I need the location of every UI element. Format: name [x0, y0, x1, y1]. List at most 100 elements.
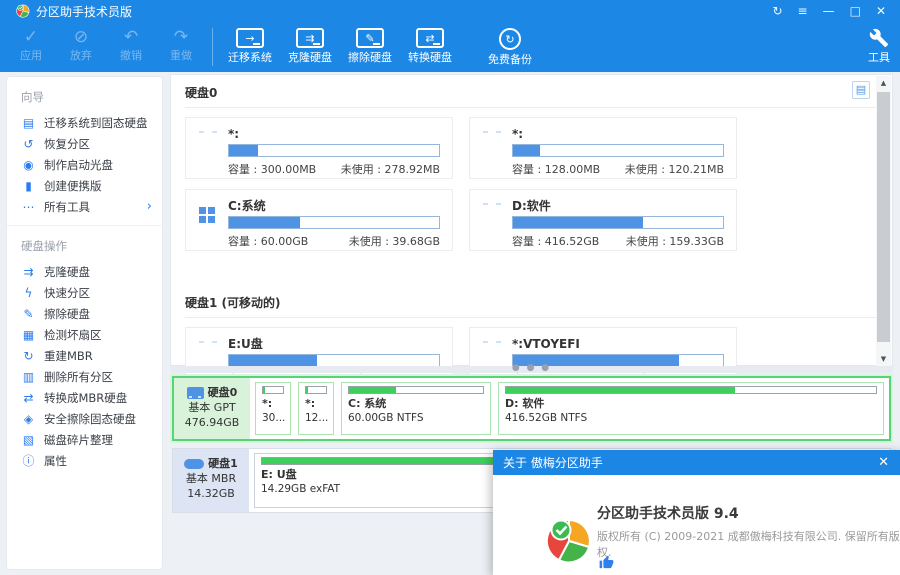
about-dialog-title: 关于 傲梅分区助手: [503, 456, 603, 470]
thumb-up-icon: [599, 555, 614, 569]
redo-icon: ↷: [173, 27, 189, 47]
apply-button[interactable]: ✓ 应用: [6, 26, 56, 63]
close-button[interactable]: ✕: [876, 0, 886, 22]
usage-bar: [228, 144, 440, 157]
sidebar-item-secure-erase-ssd[interactable]: ◈ 安全擦除固态硬盘: [7, 408, 162, 429]
convert-disk-button[interactable]: ⇄ 转换硬盘: [401, 26, 459, 65]
sidebar-item-quick-partition[interactable]: ϟ 快速分区: [7, 282, 162, 303]
unused-label: 未使用 : 39.68GB: [348, 235, 440, 248]
app-logo-icon: [16, 4, 30, 18]
window-title: 分区助手技术员版: [36, 4, 133, 19]
redo-button[interactable]: ↷ 重做: [156, 26, 206, 63]
rebuild-icon: ↻: [23, 348, 34, 363]
sidebar-item-wipe-disk[interactable]: ✎ 擦除硬盘: [7, 303, 162, 324]
copyright-text: 版权所有 (C) 2009-2021 成都傲梅科技有限公司. 保留所有版权.: [597, 530, 900, 559]
migrate-os-button[interactable]: → 迁移系统: [221, 26, 279, 65]
sidebar: 向导 ▤ 迁移系统到固态硬盘 ↺ 恢复分区 ◉ 制作启动光盘 ▮ 创建便携版 ⋯…: [6, 76, 163, 570]
toolbar: ✓ 应用 ⊘ 放弃 ↶ 撤销 ↷ 重做 → 迁移系统 ⇉ 克隆硬盘 ✎ 擦除硬盘…: [0, 22, 900, 72]
info-icon: ⓘ: [22, 454, 35, 468]
wipe-disk-button[interactable]: ✎ 擦除硬盘: [341, 26, 399, 65]
panel-splitter-handle[interactable]: ● ● ●: [170, 364, 893, 373]
scroll-up-icon[interactable]: ▲: [876, 76, 891, 90]
sidebar-item-convert-to-mbr[interactable]: ⇄ 转换成MBR硬盘: [7, 387, 162, 408]
partition-block-disk0-p2[interactable]: *: 12...: [298, 382, 334, 435]
title-bar: 分区助手技术员版 ↻ ≡ — □ ✕: [0, 0, 900, 22]
sidebar-item-recover-partition[interactable]: ↺ 恢复分区: [7, 133, 162, 154]
sidebar-item-create-portable[interactable]: ▮ 创建便携版: [7, 175, 162, 196]
view-toggle-button[interactable]: ▤: [852, 81, 870, 99]
clone-icon: ⇉: [23, 264, 34, 279]
convert-icon: ⇄: [23, 390, 34, 405]
check-icon: ✓: [23, 27, 39, 47]
usage-mini-bar: [262, 386, 284, 394]
cancel-icon: ⊘: [73, 27, 89, 47]
undo-icon: ↶: [123, 27, 139, 47]
drive-icon: ▤: [22, 115, 35, 130]
discard-button[interactable]: ⊘ 放弃: [56, 26, 106, 63]
windows-logo-icon: [199, 207, 216, 224]
disk-type: 基本 GPT: [188, 401, 236, 414]
sidebar-item-properties[interactable]: ⓘ 属性: [7, 450, 162, 471]
capacity-label: 容量 : 300.00MB: [228, 163, 317, 176]
scrollbar-thumb[interactable]: [877, 92, 890, 342]
sidebar-item-all-tools[interactable]: ⋯ 所有工具 ›: [7, 196, 162, 217]
product-version-title: 分区助手技术员版 9.4: [597, 506, 739, 522]
scroll-down-icon[interactable]: ▼: [876, 352, 891, 366]
free-backup-button[interactable]: ↻ 免费备份: [481, 26, 539, 67]
sidebar-item-clone-disk[interactable]: ⇉ 克隆硬盘: [7, 261, 162, 282]
clone-disk-icon: ⇉: [296, 28, 324, 48]
refresh-icon[interactable]: ↻: [772, 0, 782, 22]
sidebar-item-delete-all-partitions[interactable]: ▥ 删除所有分区: [7, 366, 162, 387]
wrench-icon: [869, 28, 889, 48]
partition-block-d-software[interactable]: D: 软件 416.52GB NTFS: [498, 382, 884, 435]
eraser-icon: ✎: [23, 306, 34, 321]
partition-block-disk0-p1[interactable]: *: 30...: [255, 382, 291, 435]
sidebar-item-make-bootable-media[interactable]: ◉ 制作启动光盘: [7, 154, 162, 175]
vertical-scrollbar[interactable]: ▲ ▼: [876, 76, 891, 366]
partition-card-disk0-p1[interactable]: *: 容量 : 300.00MB 未使用 : 278.92MB: [185, 117, 453, 179]
disk0-row[interactable]: 硬盘0 基本 GPT 476.94GB *: 30... *: 12... C:…: [172, 376, 891, 441]
usb-stick-icon: ▮: [25, 178, 32, 193]
minimize-button[interactable]: —: [823, 0, 835, 22]
divider: [185, 317, 878, 318]
usage-mini-bar: [505, 386, 877, 394]
disk-type: 基本 MBR: [185, 472, 237, 485]
capacity-label: 容量 : 416.52GB: [512, 235, 600, 248]
usb-drive-icon: [184, 458, 205, 469]
undo-button[interactable]: ↶ 撤销: [106, 26, 156, 63]
disk1-label[interactable]: 硬盘1 基本 MBR 14.32GB: [173, 449, 249, 512]
unused-label: 未使用 : 159.33GB: [625, 235, 724, 248]
sidebar-item-check-bad-sectors[interactable]: ▦ 检测坏扇区: [7, 324, 162, 345]
disk1-heading: 硬盘1 (可移动的): [185, 296, 281, 310]
divider: [185, 107, 878, 108]
disk-size: 14.32GB: [187, 487, 235, 500]
partition-card-d-software[interactable]: D:软件 容量 : 416.52GB 未使用 : 159.33GB: [469, 189, 737, 251]
usage-bar: [512, 216, 724, 229]
restore-icon: ↺: [23, 136, 34, 151]
unused-label: 未使用 : 278.92MB: [340, 163, 440, 176]
dialog-close-button[interactable]: ✕: [878, 455, 893, 470]
tools-button[interactable]: 工具: [868, 26, 890, 64]
disk0-label[interactable]: 硬盘0 基本 GPT 476.94GB: [174, 378, 250, 439]
lightning-icon: ϟ: [24, 285, 33, 300]
maximize-button[interactable]: □: [850, 0, 861, 22]
disk-size: 476.94GB: [184, 416, 240, 429]
defrag-icon: ▧: [22, 432, 35, 447]
sidebar-item-migrate-os-to-ssd[interactable]: ▤ 迁移系统到固态硬盘: [7, 112, 162, 133]
partition-card-c-system[interactable]: C:系统 容量 : 60.00GB 未使用 : 39.68GB: [185, 189, 453, 251]
usage-bar: [512, 144, 724, 157]
migrate-disk-icon: →: [236, 28, 264, 48]
sidebar-item-defragment[interactable]: ▧ 磁盘碎片整理: [7, 429, 162, 450]
usage-bar: [228, 216, 440, 229]
sidebar-item-rebuild-mbr[interactable]: ↻ 重建MBR: [7, 345, 162, 366]
partition-block-c-system[interactable]: C: 系统 60.00GB NTFS: [341, 382, 491, 435]
menu-icon[interactable]: ≡: [798, 0, 808, 22]
sidebar-section-disk-operations: 硬盘操作: [21, 239, 67, 253]
clone-disk-button[interactable]: ⇉ 克隆硬盘: [281, 26, 339, 65]
partition-card-disk0-p2[interactable]: *: 容量 : 128.00MB 未使用 : 120.21MB: [469, 117, 737, 179]
about-dialog-titlebar: 关于 傲梅分区助手 ✕: [493, 450, 900, 475]
disk-icon: [186, 386, 204, 399]
capacity-label: 容量 : 128.00MB: [512, 163, 601, 176]
wipe-disk-icon: ✎: [356, 28, 384, 48]
sector-scan-icon: ▦: [22, 327, 35, 342]
